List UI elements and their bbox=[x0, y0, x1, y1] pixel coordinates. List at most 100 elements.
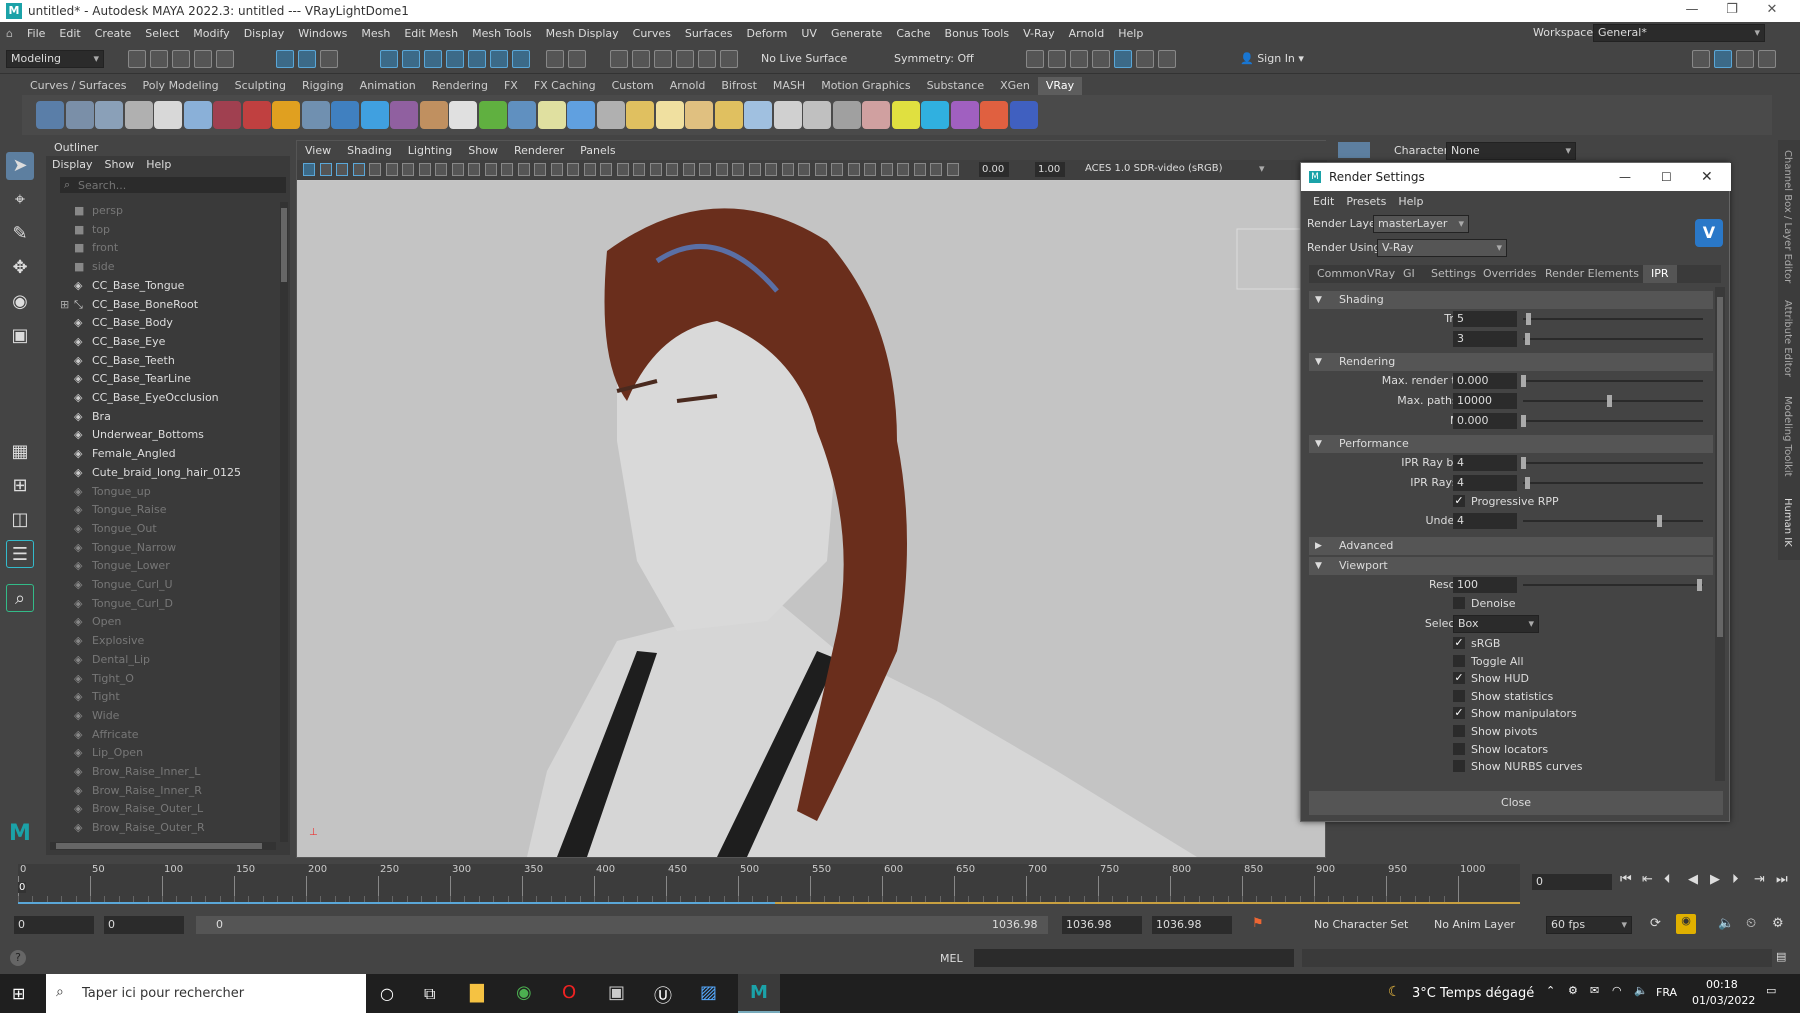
field-resolution[interactable]: 100 bbox=[1453, 577, 1517, 593]
slider-handle[interactable] bbox=[1656, 515, 1662, 527]
task-view-icon[interactable]: ⧉ bbox=[424, 984, 435, 1004]
snap-help-icon[interactable] bbox=[512, 50, 530, 68]
outliner-item[interactable]: ◈ Tongue_up bbox=[74, 483, 274, 501]
menu-deform[interactable]: Deform bbox=[739, 27, 794, 40]
field-ipr_bundle[interactable]: 4 bbox=[1453, 455, 1517, 471]
step-back-key-icon[interactable]: ⇤ bbox=[1642, 872, 1653, 887]
new-scene-icon[interactable] bbox=[128, 50, 146, 68]
viewport-tool-icon[interactable] bbox=[616, 163, 629, 176]
language-label[interactable]: FRA bbox=[1656, 986, 1677, 999]
four-view-icon[interactable]: ⊞ bbox=[6, 472, 34, 500]
outliner-item[interactable]: ◈ CC_Base_EyeOcclusion bbox=[74, 389, 274, 407]
outliner-item[interactable]: ◈ Lip_Open bbox=[74, 744, 274, 762]
menu-bonus-tools[interactable]: Bonus Tools bbox=[938, 27, 1017, 40]
viewport-menu-view[interactable]: View bbox=[297, 144, 339, 157]
section-viewport[interactable]: ▼ Viewport bbox=[1309, 557, 1713, 575]
sound-icon[interactable]: 🔈 bbox=[1718, 916, 1734, 931]
render-using-select[interactable]: V-Ray bbox=[1377, 239, 1507, 257]
shelf-tool-icon[interactable] bbox=[95, 101, 123, 129]
tray-app-icon[interactable]: ⚙ bbox=[1568, 984, 1578, 997]
viewport-menu-panels[interactable]: Panels bbox=[572, 144, 623, 157]
viewport-tool-icon[interactable] bbox=[748, 163, 761, 176]
outliner-item[interactable]: ◈ Underwear_Bottoms bbox=[74, 426, 274, 444]
field-gi_depth[interactable]: 3 bbox=[1453, 331, 1517, 347]
viewport-tool-icon[interactable] bbox=[699, 163, 711, 176]
expand-icon[interactable]: ⊞ bbox=[60, 296, 69, 314]
search-tool-icon[interactable]: ⌕ bbox=[6, 584, 34, 612]
shelf-tool-icon[interactable] bbox=[124, 101, 153, 129]
play-backward-icon[interactable]: ◀ bbox=[1688, 872, 1698, 887]
outliner-layout-icon[interactable]: ☰ bbox=[6, 540, 34, 568]
shelf-tab-mash[interactable]: MASH bbox=[765, 77, 813, 95]
viewport-tool-icon[interactable] bbox=[534, 163, 546, 176]
slider-handle[interactable] bbox=[1524, 477, 1530, 489]
outliner-item[interactable]: ◈ Wide bbox=[74, 707, 274, 725]
checkbox-show_nurbs[interactable] bbox=[1453, 760, 1465, 773]
outliner-item[interactable]: ◈ CC_Base_Tongue bbox=[74, 277, 274, 295]
menu-edit[interactable]: Edit bbox=[52, 27, 87, 40]
rs-scrollbar[interactable] bbox=[1715, 287, 1725, 781]
viewport-tool-icon[interactable] bbox=[897, 163, 909, 176]
mel-label[interactable]: MEL bbox=[940, 952, 963, 965]
tool-settings-icon[interactable] bbox=[1736, 50, 1754, 68]
shelf-tool-icon[interactable] bbox=[596, 101, 625, 129]
shelf-tool-icon[interactable] bbox=[449, 101, 477, 129]
command-input[interactable] bbox=[974, 949, 1294, 967]
attribute-editor-icon[interactable] bbox=[1714, 50, 1732, 68]
viewport-tool-icon[interactable] bbox=[369, 163, 381, 176]
shelf-tool-icon[interactable] bbox=[65, 101, 94, 129]
cache-playback-icon[interactable]: ◉ bbox=[1676, 914, 1696, 934]
snap-view-icon[interactable] bbox=[446, 50, 464, 68]
shelf-tool-icon[interactable] bbox=[744, 101, 772, 129]
colorspace-dropdown-icon[interactable]: ▾ bbox=[1259, 162, 1265, 175]
viewport-tool-icon[interactable] bbox=[649, 163, 662, 176]
gamma-field[interactable]: 1.00 bbox=[1035, 162, 1065, 177]
move-tool-icon[interactable]: ✥ bbox=[6, 254, 34, 282]
redo-icon[interactable] bbox=[216, 50, 234, 68]
range-start-field[interactable]: 0 bbox=[104, 916, 184, 934]
slider-track[interactable] bbox=[1523, 318, 1703, 320]
symmetry-label[interactable]: Symmetry: Off bbox=[894, 52, 974, 65]
character-set-select[interactable]: No Character Set bbox=[1314, 918, 1408, 931]
volume-icon[interactable]: 🔈 bbox=[1634, 984, 1648, 997]
viewport-menu-lighting[interactable]: Lighting bbox=[400, 144, 460, 157]
outliner-item[interactable]: ◈ Brow_Raise_Outer_R bbox=[74, 819, 274, 837]
magnet-surface-icon[interactable] bbox=[676, 50, 694, 68]
ime-icon[interactable]: ✉ bbox=[1590, 984, 1599, 997]
notifications-icon[interactable]: ▭ bbox=[1766, 984, 1776, 997]
outliner-item[interactable]: ■ side bbox=[74, 258, 274, 276]
section-performance[interactable]: ▼ Performance bbox=[1309, 435, 1713, 453]
magnet-view-icon[interactable] bbox=[698, 50, 716, 68]
viewport-menu-show[interactable]: Show bbox=[460, 144, 506, 157]
sign-in-button[interactable]: 👤 Sign In ▾ bbox=[1240, 52, 1304, 65]
checkbox-show_hud[interactable]: ✓ bbox=[1453, 672, 1465, 685]
outliner-item[interactable]: ◈ Female_Angled bbox=[74, 445, 274, 463]
channel-box-icon[interactable] bbox=[1758, 50, 1776, 68]
clock-time[interactable]: 00:18 bbox=[1706, 978, 1738, 991]
snap-surface-icon[interactable] bbox=[468, 50, 486, 68]
viewport-panel[interactable]: View Shading Lighting Show Renderer Panels 0.… bbox=[296, 140, 1327, 858]
goto-start-icon[interactable]: ⏮ bbox=[1620, 872, 1632, 887]
tab-modeling-toolkit[interactable]: Modeling Toolkit bbox=[1782, 396, 1793, 477]
shelf-tool-icon[interactable] bbox=[714, 101, 743, 129]
shelf-tab-rigging[interactable]: Rigging bbox=[294, 77, 352, 95]
outliner-item[interactable]: ◈ Tongue_Lower bbox=[74, 557, 274, 575]
shelf-tool-icon[interactable] bbox=[213, 101, 241, 129]
loop-icon[interactable]: ⟳ bbox=[1650, 916, 1661, 931]
menu-surfaces[interactable]: Surfaces bbox=[678, 27, 740, 40]
menu-mesh[interactable]: Mesh bbox=[354, 27, 397, 40]
menu-cache[interactable]: Cache bbox=[889, 27, 937, 40]
menu-display[interactable]: Display bbox=[237, 27, 292, 40]
section-shading[interactable]: ▼ Shading bbox=[1309, 291, 1713, 309]
shelf-tab-animation[interactable]: Animation bbox=[352, 77, 424, 95]
outliner-item[interactable]: ◈ Explosive bbox=[74, 632, 274, 650]
viewport-tool-icon[interactable] bbox=[864, 163, 876, 176]
shelf-tool-icon[interactable] bbox=[862, 101, 890, 129]
menu-windows[interactable]: Windows bbox=[291, 27, 354, 40]
rs-tab-render-elements[interactable]: Render Elements bbox=[1537, 265, 1647, 283]
chrome-icon[interactable]: ◉ bbox=[516, 982, 532, 1003]
outliner-item[interactable]: ◈ Dental_Lip bbox=[74, 651, 274, 669]
slider-track[interactable] bbox=[1523, 338, 1703, 340]
slider-track[interactable] bbox=[1523, 584, 1703, 586]
render-frame-icon[interactable] bbox=[1026, 50, 1044, 68]
